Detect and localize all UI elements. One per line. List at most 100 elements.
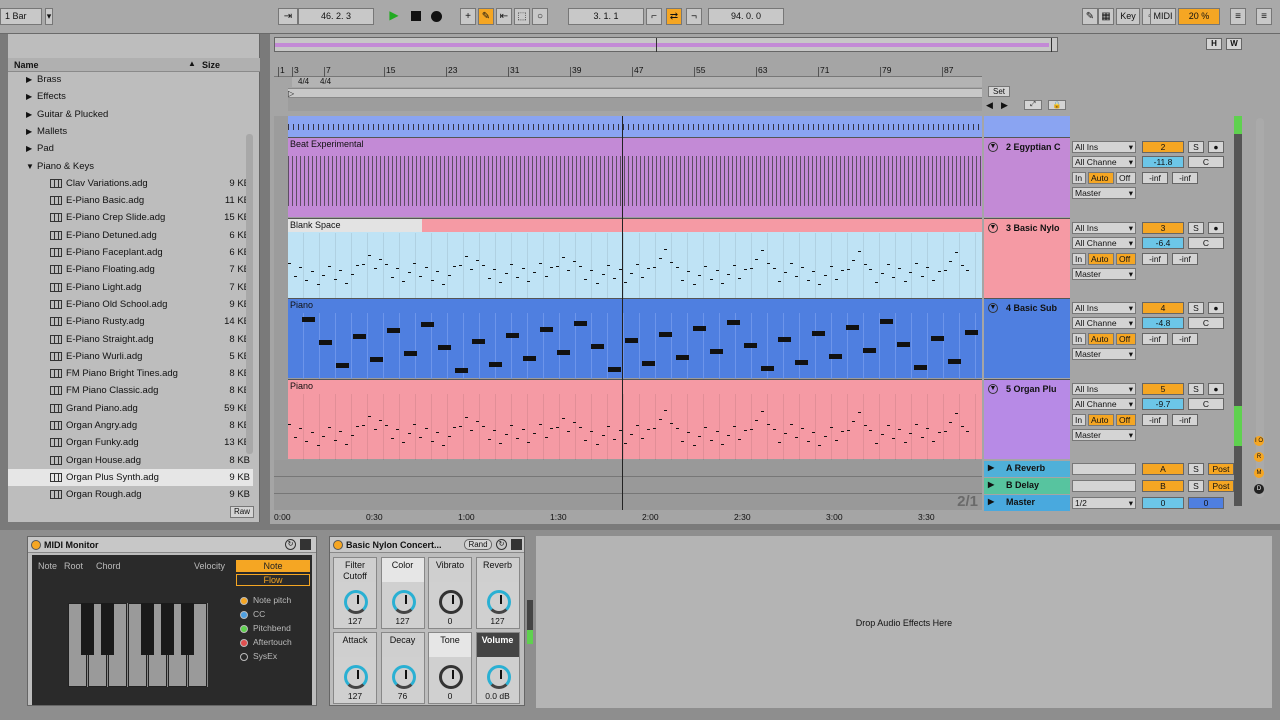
fold-track-icon[interactable]: ▼ (988, 384, 998, 394)
arm-icon[interactable]: ● (1208, 302, 1224, 314)
midi-note[interactable] (801, 267, 804, 268)
midi-note[interactable] (299, 428, 303, 429)
track-name[interactable]: Master (1006, 497, 1035, 507)
midi-note[interactable] (510, 264, 514, 265)
midi-note[interactable] (960, 265, 964, 266)
loop-icon[interactable]: ⇄ (666, 8, 682, 25)
midi-note[interactable] (390, 438, 394, 439)
midi-note[interactable] (875, 282, 879, 283)
menu-icon[interactable]: ≡ (1256, 8, 1272, 25)
browser-file[interactable]: Organ House.adg 8 KB (8, 452, 253, 469)
macro-knob[interactable]: Filter Cutoff 127 (333, 557, 377, 629)
midi-note[interactable] (704, 427, 708, 428)
return-track-header[interactable]: ▶ A Reverb (984, 461, 1070, 477)
midi-note[interactable] (698, 436, 702, 437)
midi-note[interactable] (715, 431, 719, 432)
output-select[interactable]: Master ▾ (1072, 429, 1136, 441)
midi-note[interactable] (506, 333, 519, 338)
input-channel-select[interactable]: All Channe ▾ (1072, 317, 1136, 329)
track-header[interactable]: ▼ 2 Egyptian C (984, 137, 1070, 217)
midi-note[interactable] (476, 421, 480, 422)
input-channel-select[interactable]: All Channe ▾ (1072, 237, 1136, 249)
midi-note[interactable] (681, 280, 685, 281)
midi-note[interactable] (744, 430, 747, 431)
quantize-select[interactable]: 1 Bar (0, 8, 42, 25)
power-icon[interactable] (31, 540, 41, 550)
midi-note[interactable] (715, 270, 719, 271)
input-channel-select[interactable]: All Channe ▾ (1072, 156, 1136, 168)
midi-note[interactable] (926, 267, 930, 268)
midi-note[interactable] (852, 260, 856, 261)
midi-note[interactable] (533, 272, 537, 273)
fold-track-icon[interactable]: ▶ (988, 497, 994, 506)
midi-note[interactable] (493, 430, 497, 431)
overdub-icon[interactable]: + (460, 8, 476, 25)
pan-field[interactable]: C (1188, 237, 1224, 249)
macro-knob[interactable]: Vibrato 0 (428, 557, 472, 629)
midi-note[interactable] (875, 443, 879, 444)
midi-note[interactable] (288, 263, 291, 264)
browser-file[interactable]: Clav Variations.adg 9 KB (8, 175, 253, 192)
session-record-icon[interactable]: ○ (532, 8, 548, 25)
input-type-select[interactable]: All Ins ▾ (1072, 222, 1136, 234)
midi-note[interactable] (641, 277, 645, 278)
solo-button[interactable]: S (1188, 383, 1204, 395)
midi-note[interactable] (413, 263, 417, 264)
track-activator[interactable]: A (1142, 463, 1184, 475)
midi-note[interactable] (641, 438, 645, 439)
track-activator[interactable]: 4 (1142, 302, 1184, 314)
midi-note[interactable] (676, 355, 689, 360)
midi-note[interactable] (333, 279, 337, 280)
midi-note[interactable] (749, 268, 753, 269)
midi-note[interactable] (669, 423, 673, 424)
group-track-header[interactable] (984, 116, 1070, 137)
chevron-down-icon[interactable]: ▾ (45, 8, 53, 25)
midi-note[interactable] (749, 429, 753, 430)
midi-note[interactable] (783, 433, 787, 434)
midi-note[interactable] (926, 428, 930, 429)
midi-note[interactable] (419, 437, 423, 438)
volume-field[interactable]: -9.7 (1142, 398, 1184, 410)
fold-track-icon[interactable]: ▶ (988, 463, 994, 472)
cue-out-select[interactable]: 1/2 ▾ (1072, 497, 1136, 509)
browser-folder[interactable]: ▶ Brass (8, 71, 253, 88)
midi-note[interactable] (481, 426, 485, 427)
midi-note[interactable] (635, 425, 639, 426)
midi-note[interactable] (367, 255, 371, 256)
browser-file[interactable]: E-Piano Faceplant.adg 6 KB (8, 244, 253, 261)
midi-note[interactable] (555, 427, 559, 428)
monitor-auto-button[interactable]: Auto (1088, 253, 1114, 265)
track-name[interactable]: B Delay (1006, 480, 1039, 490)
midi-note[interactable] (664, 249, 668, 250)
midi-note[interactable] (345, 444, 348, 445)
midi-note[interactable] (521, 268, 525, 269)
midi-note[interactable] (310, 432, 314, 433)
midi-note[interactable] (521, 429, 525, 430)
midi-note[interactable] (472, 339, 485, 344)
midi-note[interactable] (487, 439, 491, 440)
midi-note[interactable] (652, 428, 656, 429)
key-map-button[interactable]: Key (1116, 8, 1140, 25)
browser-file[interactable]: E-Piano Floating.adg 7 KB (8, 261, 253, 278)
power-icon[interactable] (333, 540, 343, 550)
chevron-right-icon[interactable]: ▶ (26, 106, 32, 123)
midi-note[interactable] (840, 270, 844, 271)
midi-note[interactable] (390, 277, 394, 278)
mixer-toggle-icon[interactable]: M (1254, 468, 1264, 478)
macro-knob[interactable]: Decay 76 (380, 632, 425, 704)
pan-field[interactable]: C (1188, 317, 1224, 329)
input-type-select[interactable]: All Ins ▾ (1072, 383, 1136, 395)
computer-keyboard-icon[interactable]: ▦ (1098, 8, 1114, 25)
midi-note[interactable] (373, 429, 377, 430)
track-name[interactable]: 2 Egyptian C (1006, 142, 1061, 152)
midi-note[interactable] (675, 428, 679, 429)
midi-note[interactable] (367, 416, 371, 417)
midi-note[interactable] (732, 265, 736, 266)
midi-note[interactable] (818, 445, 822, 446)
midi-note[interactable] (818, 284, 822, 285)
midi-note[interactable] (897, 342, 910, 347)
midi-note[interactable] (903, 281, 907, 282)
save-preset-icon[interactable] (511, 539, 522, 550)
midi-note[interactable] (608, 367, 621, 372)
menu-icon[interactable]: ≡ (1230, 8, 1246, 25)
